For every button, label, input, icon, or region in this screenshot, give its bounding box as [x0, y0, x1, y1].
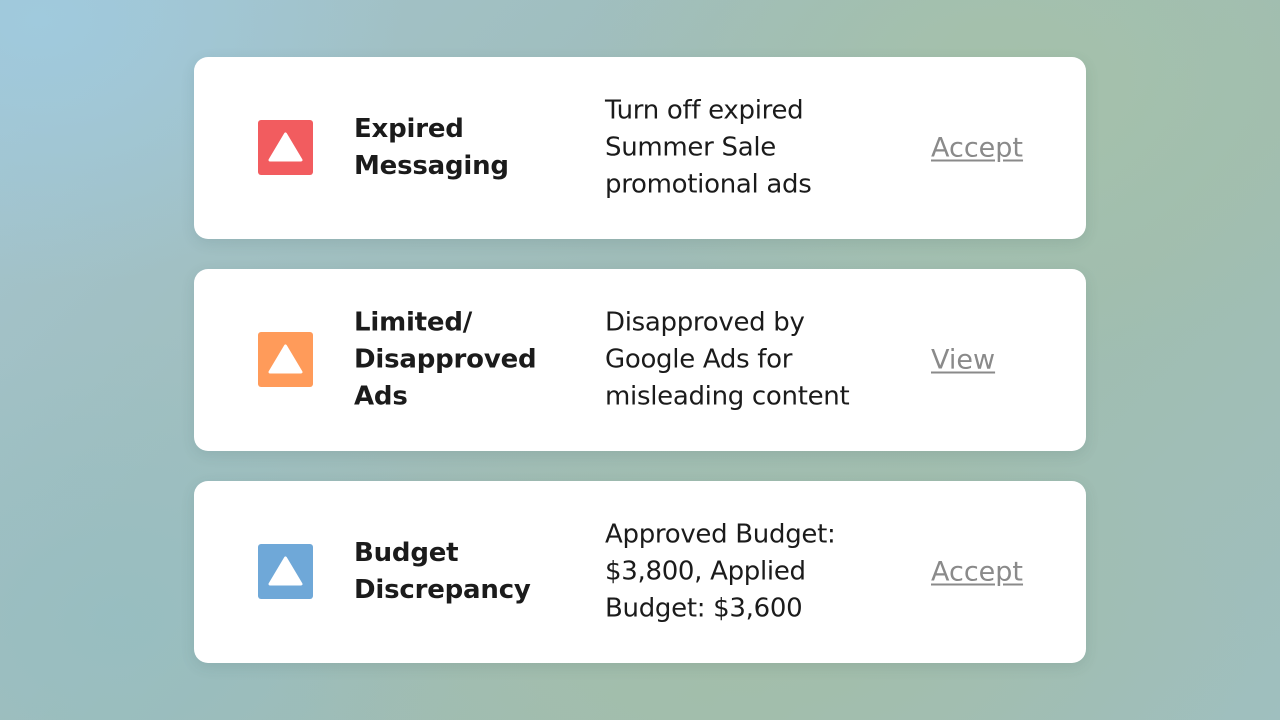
accept-link[interactable]: Accept [931, 130, 1023, 167]
alert-description: Approved Budget: $3,800, Applied Budget:… [605, 519, 836, 624]
alert-title: Expired Messaging [354, 114, 509, 181]
alert-description: Disapproved by Google Ads for misleading… [605, 307, 850, 412]
alert-card-expired-messaging: Expired Messaging Turn off expired Summe… [194, 57, 1086, 239]
accept-link[interactable]: Accept [931, 554, 1023, 591]
alert-card-budget-discrepancy: Budget Discrepancy Approved Budget: $3,8… [194, 481, 1086, 663]
alert-card-disapproved-ads: Limited/ Disapproved Ads Disapproved by … [194, 269, 1086, 451]
alert-title: Budget Discrepancy [354, 538, 531, 605]
alert-description: Turn off expired Summer Sale promotional… [605, 95, 812, 200]
warning-triangle-icon [258, 544, 313, 599]
warning-triangle-icon [258, 120, 313, 175]
warning-triangle-icon [258, 332, 313, 387]
alert-title: Limited/ Disapproved Ads [354, 307, 537, 412]
view-link[interactable]: View [931, 342, 995, 379]
